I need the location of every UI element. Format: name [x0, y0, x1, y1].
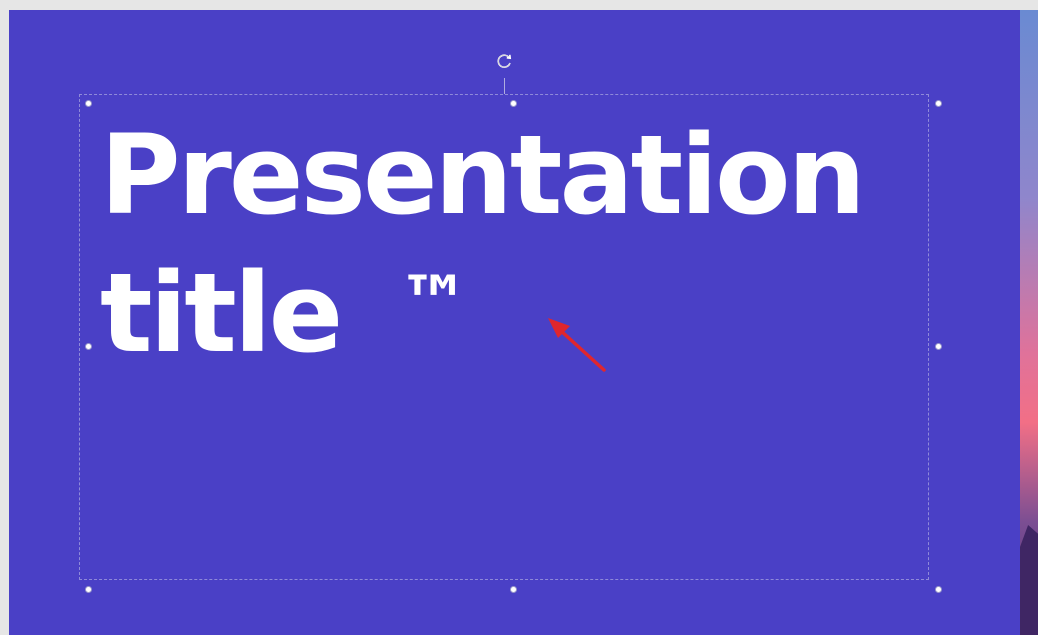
- title-line-2: title: [100, 249, 343, 377]
- rotate-icon[interactable]: [495, 51, 515, 71]
- resize-handle-top-left[interactable]: [85, 100, 92, 107]
- arrow-icon: [548, 318, 606, 372]
- resize-handle-bottom-center[interactable]: [510, 586, 517, 593]
- mountain-silhouette: [1020, 525, 1038, 635]
- resize-handle-bottom-right[interactable]: [935, 586, 942, 593]
- resize-handle-middle-left[interactable]: [85, 343, 92, 350]
- trademark-symbol[interactable]: ™: [398, 262, 470, 342]
- editor-canvas: Presentation title ™: [0, 0, 1038, 635]
- resize-handle-bottom-left[interactable]: [85, 586, 92, 593]
- next-slide-preview[interactable]: [1020, 10, 1038, 635]
- rotate-connector: [504, 78, 505, 94]
- slide-title[interactable]: Presentation title: [100, 106, 940, 382]
- title-line-1: Presentation: [100, 111, 866, 239]
